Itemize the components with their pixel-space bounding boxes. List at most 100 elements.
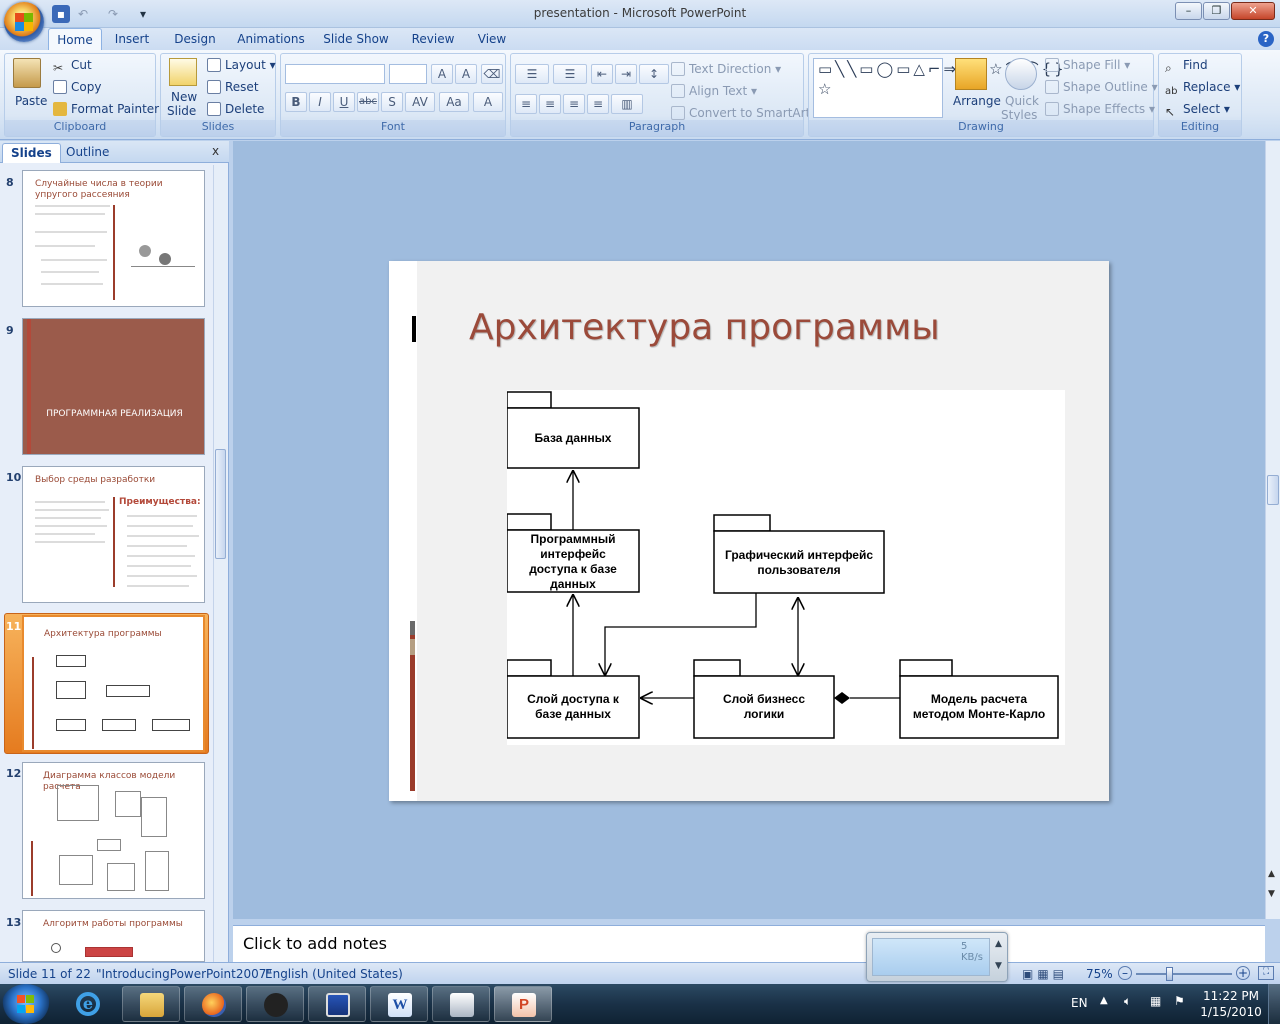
reset-button[interactable]: Reset: [207, 80, 259, 94]
text-direction-button[interactable]: Text Direction ▾: [671, 62, 781, 76]
taskbar-firefox[interactable]: [184, 986, 242, 1022]
previous-slide-icon[interactable]: ▲: [1268, 869, 1275, 879]
bullets-icon[interactable]: ☰: [515, 64, 549, 84]
customize-toolbar-icon[interactable]: ▾: [134, 5, 152, 23]
shape-effects-button[interactable]: Shape Effects ▾: [1045, 102, 1155, 116]
shrink-font-icon[interactable]: A: [455, 64, 477, 84]
redo-icon[interactable]: ↷: [104, 5, 122, 23]
arrange-button[interactable]: Arrange: [953, 94, 1001, 108]
bold-icon[interactable]: B: [285, 92, 307, 112]
numbering-icon[interactable]: ☰: [553, 64, 587, 84]
maximize-button[interactable]: ❐: [1203, 2, 1230, 20]
undo-icon[interactable]: ↶: [74, 5, 92, 23]
volume-icon[interactable]: 🔈︎: [1124, 994, 1131, 1009]
zoom-in-icon[interactable]: +: [1236, 966, 1250, 980]
taskbar-explorer[interactable]: [122, 986, 180, 1022]
italic-icon[interactable]: I: [309, 92, 331, 112]
taskbar-word[interactable]: W: [370, 986, 428, 1022]
minimize-button[interactable]: –: [1175, 2, 1202, 20]
scroll-thumb[interactable]: [1267, 475, 1279, 505]
strikethrough-icon[interactable]: abc: [357, 92, 379, 112]
new-slide-label-1[interactable]: New: [171, 90, 197, 104]
quick-styles-icon[interactable]: [1005, 58, 1037, 90]
slide-thumbnail-10[interactable]: Выбор среды разработки Преимущества:: [22, 466, 205, 603]
show-hidden-icons[interactable]: ▲: [1100, 995, 1108, 1006]
tab-animations[interactable]: Animations: [234, 28, 308, 50]
font-size-field[interactable]: [389, 64, 427, 84]
zoom-slider[interactable]: [1136, 973, 1232, 975]
new-slide-icon[interactable]: [169, 58, 197, 86]
find-button[interactable]: ⌕ Find: [1165, 58, 1208, 75]
show-desktop-button[interactable]: [1268, 984, 1280, 1024]
copy-button[interactable]: Copy: [53, 80, 101, 94]
replace-button[interactable]: ab Replace ▾: [1165, 80, 1240, 100]
convert-smartart-button[interactable]: Convert to SmartArt ▾: [671, 106, 820, 120]
clock-time[interactable]: 11:22 PM: [1200, 989, 1262, 1003]
paste-icon[interactable]: [13, 58, 41, 88]
zoom-slider-thumb[interactable]: [1166, 967, 1173, 981]
clock-date[interactable]: 1/15/2010: [1200, 1005, 1262, 1019]
quick-styles-label-1[interactable]: Quick: [1005, 94, 1039, 108]
help-icon[interactable]: ?: [1258, 31, 1274, 47]
flag-icon[interactable]: ⚑: [1174, 994, 1185, 1008]
input-language[interactable]: EN: [1071, 996, 1088, 1010]
tab-slides[interactable]: Slides: [2, 143, 61, 163]
layout-button[interactable]: Layout ▾: [207, 58, 276, 72]
cut-button[interactable]: ✂ Cut: [53, 58, 92, 75]
fit-to-window-icon[interactable]: ⛶: [1258, 966, 1274, 980]
font-family-field[interactable]: [285, 64, 385, 84]
network-icon[interactable]: ▦: [1150, 994, 1161, 1008]
architecture-diagram[interactable]: База данных Программный интерфейс доступ…: [506, 390, 1065, 745]
scroll-thumb[interactable]: [215, 449, 226, 559]
slide-thumbnail-9[interactable]: ПРОГРАММНАЯ РЕАЛИЗАЦИЯ: [22, 318, 205, 455]
start-button[interactable]: [2, 984, 50, 1024]
next-slide-icon[interactable]: ▼: [1268, 889, 1275, 899]
taskbar-floppy[interactable]: [308, 986, 366, 1022]
close-pane-icon[interactable]: x: [212, 144, 219, 158]
slide-thumbnail-8[interactable]: Случайные числа в теории упругого рассея…: [22, 170, 205, 307]
ie-icon[interactable]: e: [60, 988, 116, 1020]
align-right-icon[interactable]: ≡: [563, 94, 585, 114]
change-case-icon[interactable]: Aa: [439, 92, 469, 112]
line-spacing-icon[interactable]: ↕: [639, 64, 669, 84]
slide-thumbnail-12[interactable]: Диаграмма классов модели расчета: [22, 762, 205, 899]
underline-icon[interactable]: U: [333, 92, 355, 112]
slide-scrollbar[interactable]: ▲ ▼: [1265, 141, 1280, 919]
tab-design[interactable]: Design: [170, 28, 220, 50]
font-color-icon[interactable]: A: [473, 92, 503, 112]
decrease-indent-icon[interactable]: ⇤: [591, 64, 613, 84]
tab-view[interactable]: View: [472, 28, 512, 50]
notes-pane[interactable]: Click to add notes: [233, 925, 1265, 962]
arrange-icon[interactable]: [955, 58, 987, 90]
language-indicator[interactable]: English (United States): [265, 967, 403, 981]
theme-name[interactable]: "IntroducingPowerPoint2007": [96, 967, 272, 981]
tab-insert[interactable]: Insert: [110, 28, 154, 50]
close-button[interactable]: ✕: [1231, 2, 1275, 20]
taskbar-powerpoint[interactable]: P: [494, 986, 552, 1022]
shape-fill-button[interactable]: Shape Fill ▾: [1045, 58, 1130, 72]
widget-down-icon[interactable]: ▼: [995, 961, 1002, 971]
slide-title[interactable]: Архитектура программы: [469, 307, 940, 348]
slide-thumbnail-11[interactable]: Архитектура программы: [22, 615, 205, 752]
widget-up-icon[interactable]: ▲: [995, 939, 1002, 949]
align-text-button[interactable]: Align Text ▾: [671, 84, 757, 98]
save-icon[interactable]: ▪: [52, 5, 70, 23]
slides-pane-scrollbar[interactable]: [213, 165, 227, 962]
tab-review[interactable]: Review: [408, 28, 458, 50]
view-buttons[interactable]: ▣▦▤: [1022, 967, 1082, 981]
shape-outline-button[interactable]: Shape Outline ▾: [1045, 80, 1158, 94]
tab-home[interactable]: Home: [48, 28, 102, 50]
taskbar-printer[interactable]: [432, 986, 490, 1022]
shapes-gallery[interactable]: ▭╲╲▭◯▭△⌐⇒⇩◇☆⌒⌒{}☆: [813, 58, 1064, 118]
slide-thumbnail-13[interactable]: Алгоритм работы программы: [22, 910, 205, 962]
grow-font-icon[interactable]: A: [431, 64, 453, 84]
new-slide-label-2[interactable]: Slide: [167, 104, 196, 118]
zoom-out-icon[interactable]: –: [1118, 966, 1132, 980]
justify-icon[interactable]: ≡: [587, 94, 609, 114]
slide-canvas[interactable]: Архитектура программы База данных Програ…: [389, 261, 1109, 801]
paste-button[interactable]: Paste: [15, 94, 47, 108]
delete-button[interactable]: Delete: [207, 102, 264, 116]
shadow-icon[interactable]: S: [381, 92, 403, 112]
taskbar-alien[interactable]: [246, 986, 304, 1022]
align-center-icon[interactable]: ≡: [539, 94, 561, 114]
